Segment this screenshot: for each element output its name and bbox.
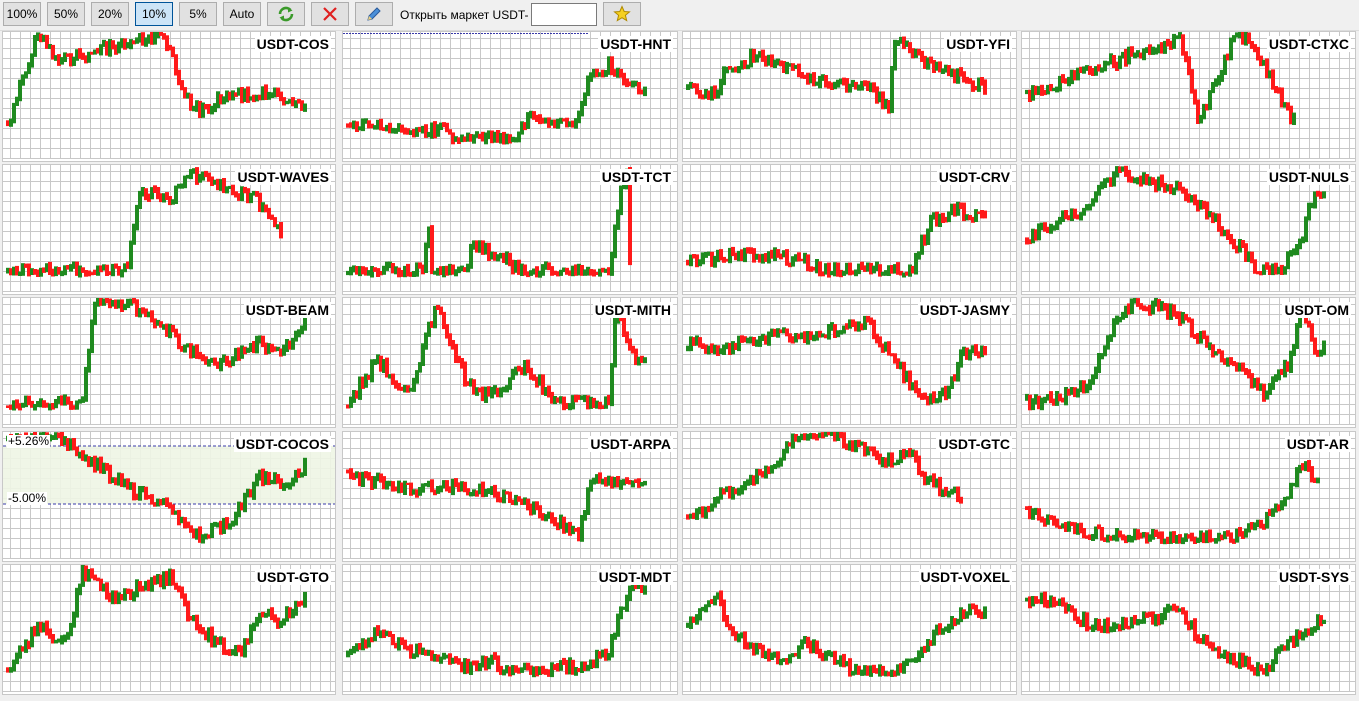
candle	[1322, 340, 1326, 356]
chart-panel-usdt-hnt[interactable]: USDT-HNT	[342, 31, 678, 162]
market-title: USDT-JASMY	[917, 302, 1012, 318]
chart-panel-usdt-crv[interactable]: USDT-CRV	[682, 164, 1017, 295]
market-title: USDT-TCT	[599, 169, 673, 185]
favorite-button[interactable]	[603, 2, 641, 26]
market-title: USDT-BEAM	[243, 302, 331, 318]
candle	[303, 103, 307, 112]
market-title: USDT-GTC	[936, 436, 1012, 452]
candle	[983, 79, 987, 95]
chart-panel-usdt-sys[interactable]: USDT-SYS	[1021, 564, 1356, 695]
chart-panel-usdt-arpa[interactable]: USDT-ARPA	[342, 431, 678, 562]
candle	[1322, 619, 1326, 624]
market-title: USDT-CRV	[936, 169, 1012, 185]
market-title: USDT-CTXC	[1266, 36, 1351, 52]
candle	[303, 316, 307, 331]
market-title: USDT-AR	[1284, 436, 1351, 452]
chart-panel-usdt-cos[interactable]: USDT-COS	[2, 31, 336, 162]
candle	[983, 606, 987, 619]
candle	[1211, 344, 1215, 358]
chart-panel-usdt-mdt[interactable]: USDT-MDT	[342, 564, 678, 695]
zoom-10-button[interactable]: 10%	[135, 2, 173, 26]
chart-panel-usdt-ctxc[interactable]: USDT-CTXC	[1021, 31, 1356, 162]
market-title: USDT-VOXEL	[918, 569, 1012, 585]
open-market-label: Открыть маркет USDT-	[400, 8, 529, 22]
candle	[1316, 477, 1320, 484]
candle	[430, 225, 434, 275]
candle	[983, 210, 987, 219]
chart-panel-usdt-tct[interactable]: USDT-TCT	[342, 164, 678, 295]
candle	[890, 452, 894, 468]
candle	[613, 317, 617, 368]
market-title: USDT-MITH	[592, 302, 673, 318]
zoom-5-button[interactable]: 5%	[179, 2, 217, 26]
candle	[303, 457, 307, 476]
chart-panel-usdt-yfi[interactable]: USDT-YFI	[682, 31, 1017, 162]
close-all-button[interactable]	[311, 2, 349, 26]
chart-panel-usdt-voxel[interactable]: USDT-VOXEL	[682, 564, 1017, 695]
market-title: USDT-SYS	[1276, 569, 1351, 585]
market-title: USDT-WAVES	[235, 169, 331, 185]
candle	[959, 496, 963, 504]
candle	[983, 346, 987, 356]
candle	[129, 240, 133, 270]
close-icon	[323, 7, 337, 21]
candle	[890, 66, 894, 114]
zoom-50-button[interactable]: 50%	[47, 2, 85, 26]
chart-panel-usdt-om[interactable]: USDT-OM	[1021, 297, 1356, 428]
market-title: USDT-COS	[254, 36, 331, 52]
candle	[303, 591, 307, 608]
market-title: USDT-HNT	[598, 36, 673, 52]
candles	[686, 590, 987, 677]
candle	[619, 185, 623, 216]
market-input[interactable]	[531, 3, 597, 26]
pencil-icon	[367, 7, 381, 21]
candle	[610, 363, 614, 407]
lower-level-label: -5.00%	[7, 491, 48, 505]
chart-panel-usdt-nuls[interactable]: USDT-NULS	[1021, 164, 1356, 295]
candle	[827, 262, 831, 278]
market-title: USDT-COCOS	[233, 436, 331, 452]
chart-panel-usdt-jasmy[interactable]: USDT-JASMY	[682, 297, 1017, 428]
candle	[1322, 191, 1326, 199]
chart-panel-usdt-gto[interactable]: USDT-GTO	[2, 564, 336, 695]
candles	[686, 315, 987, 406]
upper-level-label: +5.26%	[7, 434, 51, 448]
star-icon	[613, 5, 631, 22]
zoom-auto-button[interactable]: Auto	[223, 2, 261, 26]
chart-panel-usdt-beam[interactable]: USDT-BEAM	[2, 297, 336, 428]
market-title: USDT-YFI	[944, 36, 1012, 52]
market-title: USDT-OM	[1282, 302, 1351, 318]
candle	[279, 222, 283, 239]
zoom-20-button[interactable]: 20%	[91, 2, 129, 26]
candles	[1025, 591, 1326, 677]
candles	[686, 201, 987, 278]
level-band	[3, 446, 335, 504]
market-title: USDT-GTO	[254, 569, 331, 585]
candle	[643, 86, 647, 97]
candle	[974, 209, 978, 222]
market-title: USDT-ARPA	[588, 436, 673, 452]
refresh-icon	[278, 6, 294, 22]
candles	[346, 468, 647, 542]
candles	[346, 56, 647, 145]
zoom-100-button[interactable]: 100%	[3, 2, 41, 26]
candle	[643, 357, 647, 364]
chart-panel-usdt-cocos[interactable]: USDT-COCOS +5.26% -5.00%	[2, 431, 336, 562]
candles	[346, 579, 647, 678]
candle	[1292, 112, 1296, 125]
chart-panel-usdt-gtc[interactable]: USDT-GTC	[682, 431, 1017, 562]
market-title: USDT-MDT	[596, 569, 673, 585]
chart-panel-usdt-mith[interactable]: USDT-MITH	[342, 297, 678, 428]
market-title: USDT-NULS	[1266, 169, 1351, 185]
toolbar: 100% 50% 20% 10% 5% Auto Открыть маркет …	[0, 0, 1359, 31]
candle	[643, 585, 647, 595]
chart-panel-usdt-waves[interactable]: USDT-WAVES	[2, 164, 336, 295]
edit-button[interactable]	[355, 2, 393, 26]
chart-panel-usdt-ar[interactable]: USDT-AR	[1021, 431, 1356, 562]
chart-grid: USDT-COS USDT-HNT USDT-YFI USDT-CTXC USDT-WA…	[0, 31, 1359, 701]
refresh-button[interactable]	[267, 2, 305, 26]
candles	[686, 432, 963, 520]
candle	[643, 480, 647, 486]
